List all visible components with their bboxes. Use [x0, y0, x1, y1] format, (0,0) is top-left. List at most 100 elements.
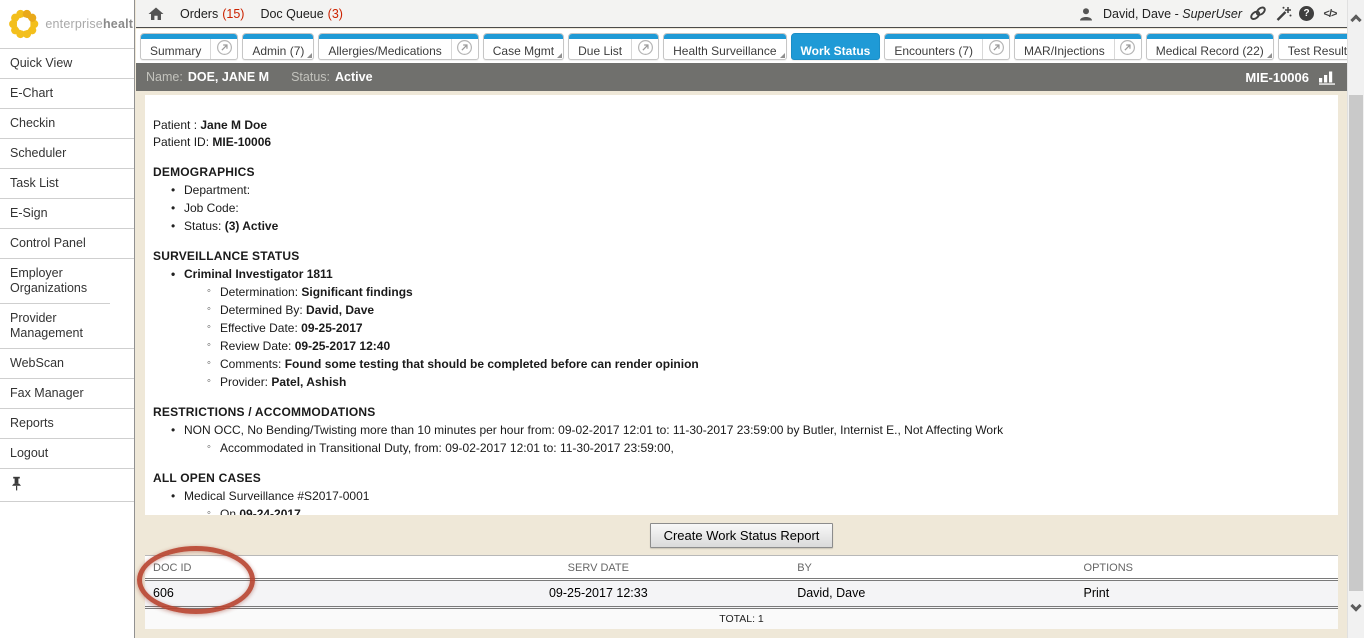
wand-icon[interactable]: [1274, 6, 1292, 22]
section-restrictions-title: RESTRICTIONS / ACCOMMODATIONS: [153, 403, 1330, 421]
scrollbar-thumb[interactable]: [1349, 95, 1363, 591]
popout-icon[interactable]: [631, 34, 658, 59]
tab-health-surveillance[interactable]: Health Surveillance: [663, 33, 786, 60]
report-button-row: Create Work Status Report: [145, 515, 1338, 555]
code-icon[interactable]: [1321, 6, 1339, 22]
surveillance-determination: Determination: Significant findings: [207, 283, 1330, 301]
surveillance-determined-by: Determined By: David, Dave: [207, 301, 1330, 319]
tab-allergies-medications[interactable]: Allergies/Medications: [318, 33, 478, 60]
section-open-cases-title: ALL OPEN CASES: [153, 469, 1330, 487]
header-options: OPTIONS: [1076, 556, 1338, 580]
tab-summary[interactable]: Summary: [140, 33, 238, 60]
create-work-status-report-button[interactable]: Create Work Status Report: [650, 523, 834, 548]
user-area: David, Dave - SuperUser: [1079, 6, 1339, 22]
patient-id-line: Patient ID: MIE-10006: [153, 134, 1330, 151]
app-window: enterprisehealth Quick View E-Chart Chec…: [0, 0, 1364, 638]
work-status-panel: Patient : Jane M Doe Patient ID: MIE-100…: [145, 95, 1338, 515]
user-role: SuperUser: [1182, 7, 1242, 21]
sidebar-item-employer-organizations[interactable]: Employer Organizations: [0, 259, 110, 304]
patient-header-bar: Name: DOE, JANE M Status: Active MIE-100…: [136, 63, 1347, 91]
sidebar-item-e-sign[interactable]: E-Sign: [0, 199, 134, 229]
surveillance-review-date: Review Date: 09-25-2017 12:40: [207, 337, 1330, 355]
patient-status-label: Status:: [291, 70, 330, 84]
sidebar-item-scheduler[interactable]: Scheduler: [0, 139, 134, 169]
section-demographics-title: DEMOGRAPHICS: [153, 163, 1330, 181]
by-cell: David, Dave: [789, 580, 1075, 608]
tab-admin[interactable]: Admin (7): [242, 33, 314, 60]
logo-sun-icon: [7, 6, 40, 42]
sidebar-item-reports[interactable]: Reports: [0, 409, 134, 439]
tab-work-status[interactable]: Work Status: [791, 33, 881, 60]
orders-count: (15): [222, 7, 244, 21]
patient-id-value: MIE-10006: [212, 135, 271, 149]
table-total-row: TOTAL: 1: [145, 608, 1338, 630]
sidebar-item-webscan[interactable]: WebScan: [0, 349, 134, 379]
sidebar-item-quick-view[interactable]: Quick View: [0, 49, 134, 79]
user-icon: [1079, 7, 1093, 21]
sidebar-item-control-panel[interactable]: Control Panel: [0, 229, 134, 259]
accommodation-line: Accommodated in Transitional Duty, from:…: [207, 439, 1330, 457]
sidebar-item-logout[interactable]: Logout: [0, 439, 134, 469]
section-surveillance-title: SURVEILLANCE STATUS: [153, 247, 1330, 265]
patient-name-label: Name:: [146, 70, 183, 84]
open-case-on-date: On 09-24-2017: [207, 505, 1330, 515]
tab-case-mgmt[interactable]: Case Mgmt: [483, 33, 564, 60]
scrollbar-up-arrow-icon[interactable]: [1350, 14, 1361, 25]
dropdown-fold-icon: [307, 53, 312, 58]
link-icon[interactable]: [1249, 6, 1267, 22]
surveillance-job-title: Criminal Investigator 1811: [171, 265, 1330, 283]
header-doc-id: DOC ID: [145, 556, 407, 580]
dropdown-fold-icon: [557, 53, 562, 58]
restriction-line: NON OCC, No Bending/Twisting more than 1…: [171, 421, 1330, 439]
table-row: 606 09-25-2017 12:33 David, Dave Print: [145, 580, 1338, 608]
pin-icon[interactable]: [10, 476, 23, 491]
sidebar: enterprisehealth Quick View E-Chart Chec…: [0, 0, 135, 638]
sidebar-item-provider-management[interactable]: Provider Management: [0, 304, 134, 349]
patient-status: Active: [335, 70, 373, 84]
patient-mrn: MIE-10006: [1245, 70, 1309, 85]
sidebar-item-checkin[interactable]: Checkin: [0, 109, 134, 139]
tab-encounters[interactable]: Encounters (7): [884, 33, 1010, 60]
open-case-name: Medical Surveillance #S2017-0001: [171, 487, 1330, 505]
popout-icon[interactable]: [451, 34, 478, 59]
vertical-scrollbar[interactable]: [1347, 0, 1364, 638]
surveillance-provider: Provider: Patel, Ashish: [207, 373, 1330, 391]
sidebar-nav: Quick View E-Chart Checkin Scheduler Tas…: [0, 49, 134, 502]
nav-orders[interactable]: Orders (15): [180, 7, 244, 21]
demographics-status: Status: (3) Active: [171, 217, 1330, 235]
top-nav: Orders (15) Doc Queue (3): [148, 7, 343, 21]
sidebar-item-fax-manager[interactable]: Fax Manager: [0, 379, 134, 409]
tab-mar-injections[interactable]: MAR/Injections: [1014, 33, 1142, 60]
enterprisehealth-logo: enterprisehealth: [0, 0, 134, 49]
chart-tab-bar: Summary Admin (7) Allergies/Medications …: [136, 29, 1347, 63]
sidebar-item-task-list[interactable]: Task List: [0, 169, 134, 199]
doc-id-cell: 606: [145, 580, 407, 608]
tab-test-results[interactable]: Test Results: [1278, 33, 1347, 60]
tab-medical-record[interactable]: Medical Record (22): [1146, 33, 1274, 60]
nav-doc-queue[interactable]: Doc Queue (3): [260, 7, 343, 21]
popout-icon[interactable]: [210, 34, 237, 59]
serv-date-cell: 09-25-2017 12:33: [407, 580, 789, 608]
surveillance-comments: Comments: Found some testing that should…: [207, 355, 1330, 373]
logo-text: enterprisehealth: [45, 17, 134, 31]
patient-name: DOE, JANE M: [188, 70, 269, 84]
home-icon[interactable]: [148, 7, 164, 21]
dropdown-fold-icon: [780, 53, 785, 58]
documents-table: DOC ID SERV DATE BY OPTIONS 606 09-25-20…: [145, 555, 1338, 629]
print-link[interactable]: Print: [1084, 586, 1110, 600]
user-name: David, Dave - SuperUser: [1103, 7, 1242, 21]
popout-icon[interactable]: [982, 34, 1009, 59]
demographics-department: Department:: [171, 181, 1330, 199]
doc-queue-count: (3): [328, 7, 343, 21]
table-header-row: DOC ID SERV DATE BY OPTIONS: [145, 556, 1338, 580]
help-icon[interactable]: [1299, 6, 1314, 21]
popout-icon[interactable]: [1114, 34, 1141, 59]
header-by: BY: [789, 556, 1075, 580]
demographics-job-code: Job Code:: [171, 199, 1330, 217]
sidebar-item-e-chart[interactable]: E-Chart: [0, 79, 134, 109]
scrollbar-down-arrow-icon[interactable]: [1350, 600, 1361, 611]
chart-icon[interactable]: [1318, 70, 1337, 85]
table-total: TOTAL: 1: [145, 608, 1338, 630]
patient-line: Patient : Jane M Doe: [153, 117, 1330, 134]
tab-due-list[interactable]: Due List: [568, 33, 659, 60]
